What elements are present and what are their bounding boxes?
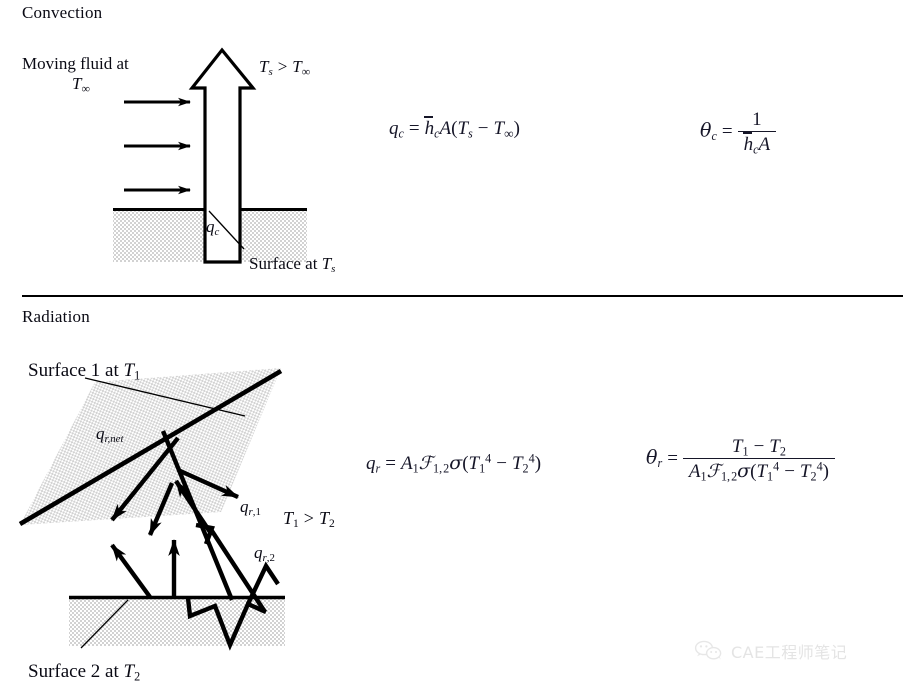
label-moving-fluid: Moving fluid at — [22, 54, 129, 73]
radiation-surface2-leader — [80, 599, 129, 649]
figure-page: Convection Radiation Moving fluid at T∞ … — [0, 0, 915, 696]
label-ts-greater-tinf: Ts > T∞ — [259, 57, 311, 79]
ray-arrow-up-left — [110, 543, 152, 599]
ray-arrow-qr1-up — [174, 479, 214, 537]
ray-arrow-incident-down — [160, 430, 235, 601]
convection-big-arrow — [188, 47, 257, 264]
watermark: CAE工程师笔记 — [694, 639, 847, 663]
radiation-plate2-fill — [69, 598, 285, 646]
radiation-surface1-leader — [84, 377, 246, 417]
section-title-convection: Convection — [22, 3, 103, 22]
ray-arrowhead-zigzag-right — [246, 561, 280, 605]
ray-arrow-qr2-down — [208, 526, 267, 614]
label-t1-greater-t2: T1 > T2 — [283, 508, 335, 531]
ray-arrowhead-mid — [195, 522, 215, 545]
label-surface-1: Surface 1 at T1 — [28, 360, 141, 383]
equation-convection-heat-rate: qc = hcA(Ts − T∞) — [389, 116, 520, 141]
diagram-canvas — [18, 47, 307, 651]
label-t-infinity: T∞ — [72, 74, 90, 96]
label-surface-2: Surface 2 at T2 — [28, 661, 141, 684]
ray-arrow-down-left — [147, 482, 175, 536]
equation-convection-resistance: θc = 1 hcA — [700, 109, 777, 156]
section-title-radiation: Radiation — [22, 307, 90, 326]
label-qc: qc — [206, 217, 220, 239]
ray-arrowhead-zigzag-left — [185, 597, 267, 651]
ray-arrow-qrnet — [110, 436, 180, 522]
equation-radiation-resistance: θr = T1− T2 A1ℱ1, 2σ(T14− T24) — [646, 436, 835, 483]
label-surface-at-ts: Surface at Ts — [249, 254, 336, 276]
watermark-text: CAE工程师笔记 — [731, 643, 848, 662]
section-divider — [22, 295, 903, 297]
wechat-icon — [694, 640, 722, 660]
label-qr-2: qr,2 — [254, 543, 275, 565]
ray-arrow-right-upper — [177, 467, 239, 500]
label-qr-net: qr,net — [96, 424, 124, 446]
label-qr-1: qr,1 — [240, 497, 261, 519]
equation-radiation-heat-rate: qr = A1ℱ1, 2σ(T14− T24) — [366, 451, 542, 476]
